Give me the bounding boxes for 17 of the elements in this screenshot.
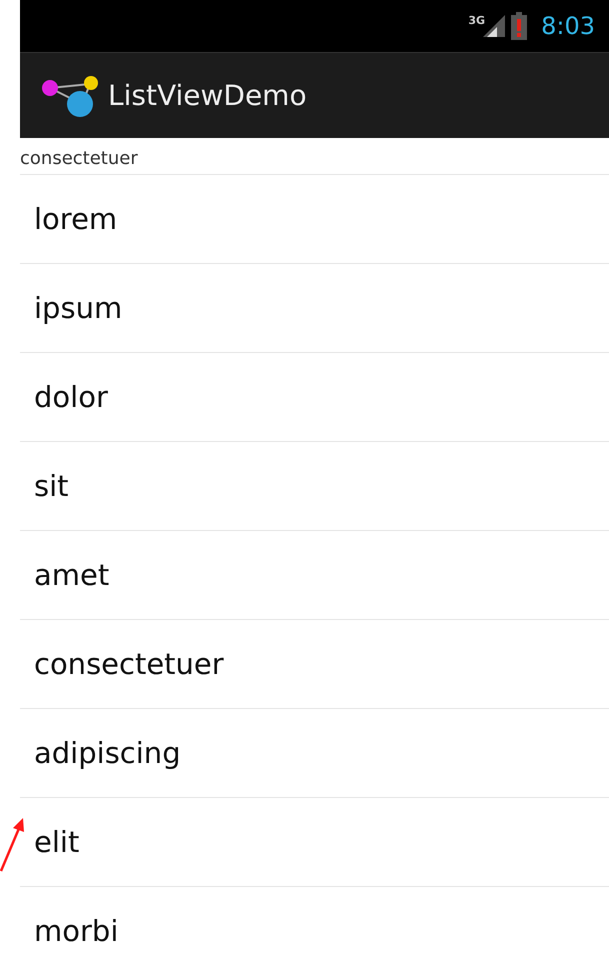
list-item[interactable]: adipiscing [20,708,609,797]
clock: 8:03 [541,12,595,40]
battery-alert-icon [511,12,528,40]
list-item[interactable]: amet [20,530,609,619]
list-item[interactable]: morbi [20,886,609,974]
signal-icon [483,15,506,37]
list-item[interactable]: elit [20,797,609,886]
list-item[interactable]: sit [20,441,609,530]
list-item[interactable]: lorem [20,174,609,263]
list-item[interactable]: consectetuer [20,619,609,708]
pointer-arrow [0,816,26,872]
list-item[interactable]: ipsum [20,263,609,352]
list-item[interactable]: dolor [20,352,609,441]
network-type: 3G [468,14,486,27]
app-title: ListViewDemo [108,79,307,112]
molecule-icon [40,74,100,118]
selection-label: consectetuer [20,147,139,171]
